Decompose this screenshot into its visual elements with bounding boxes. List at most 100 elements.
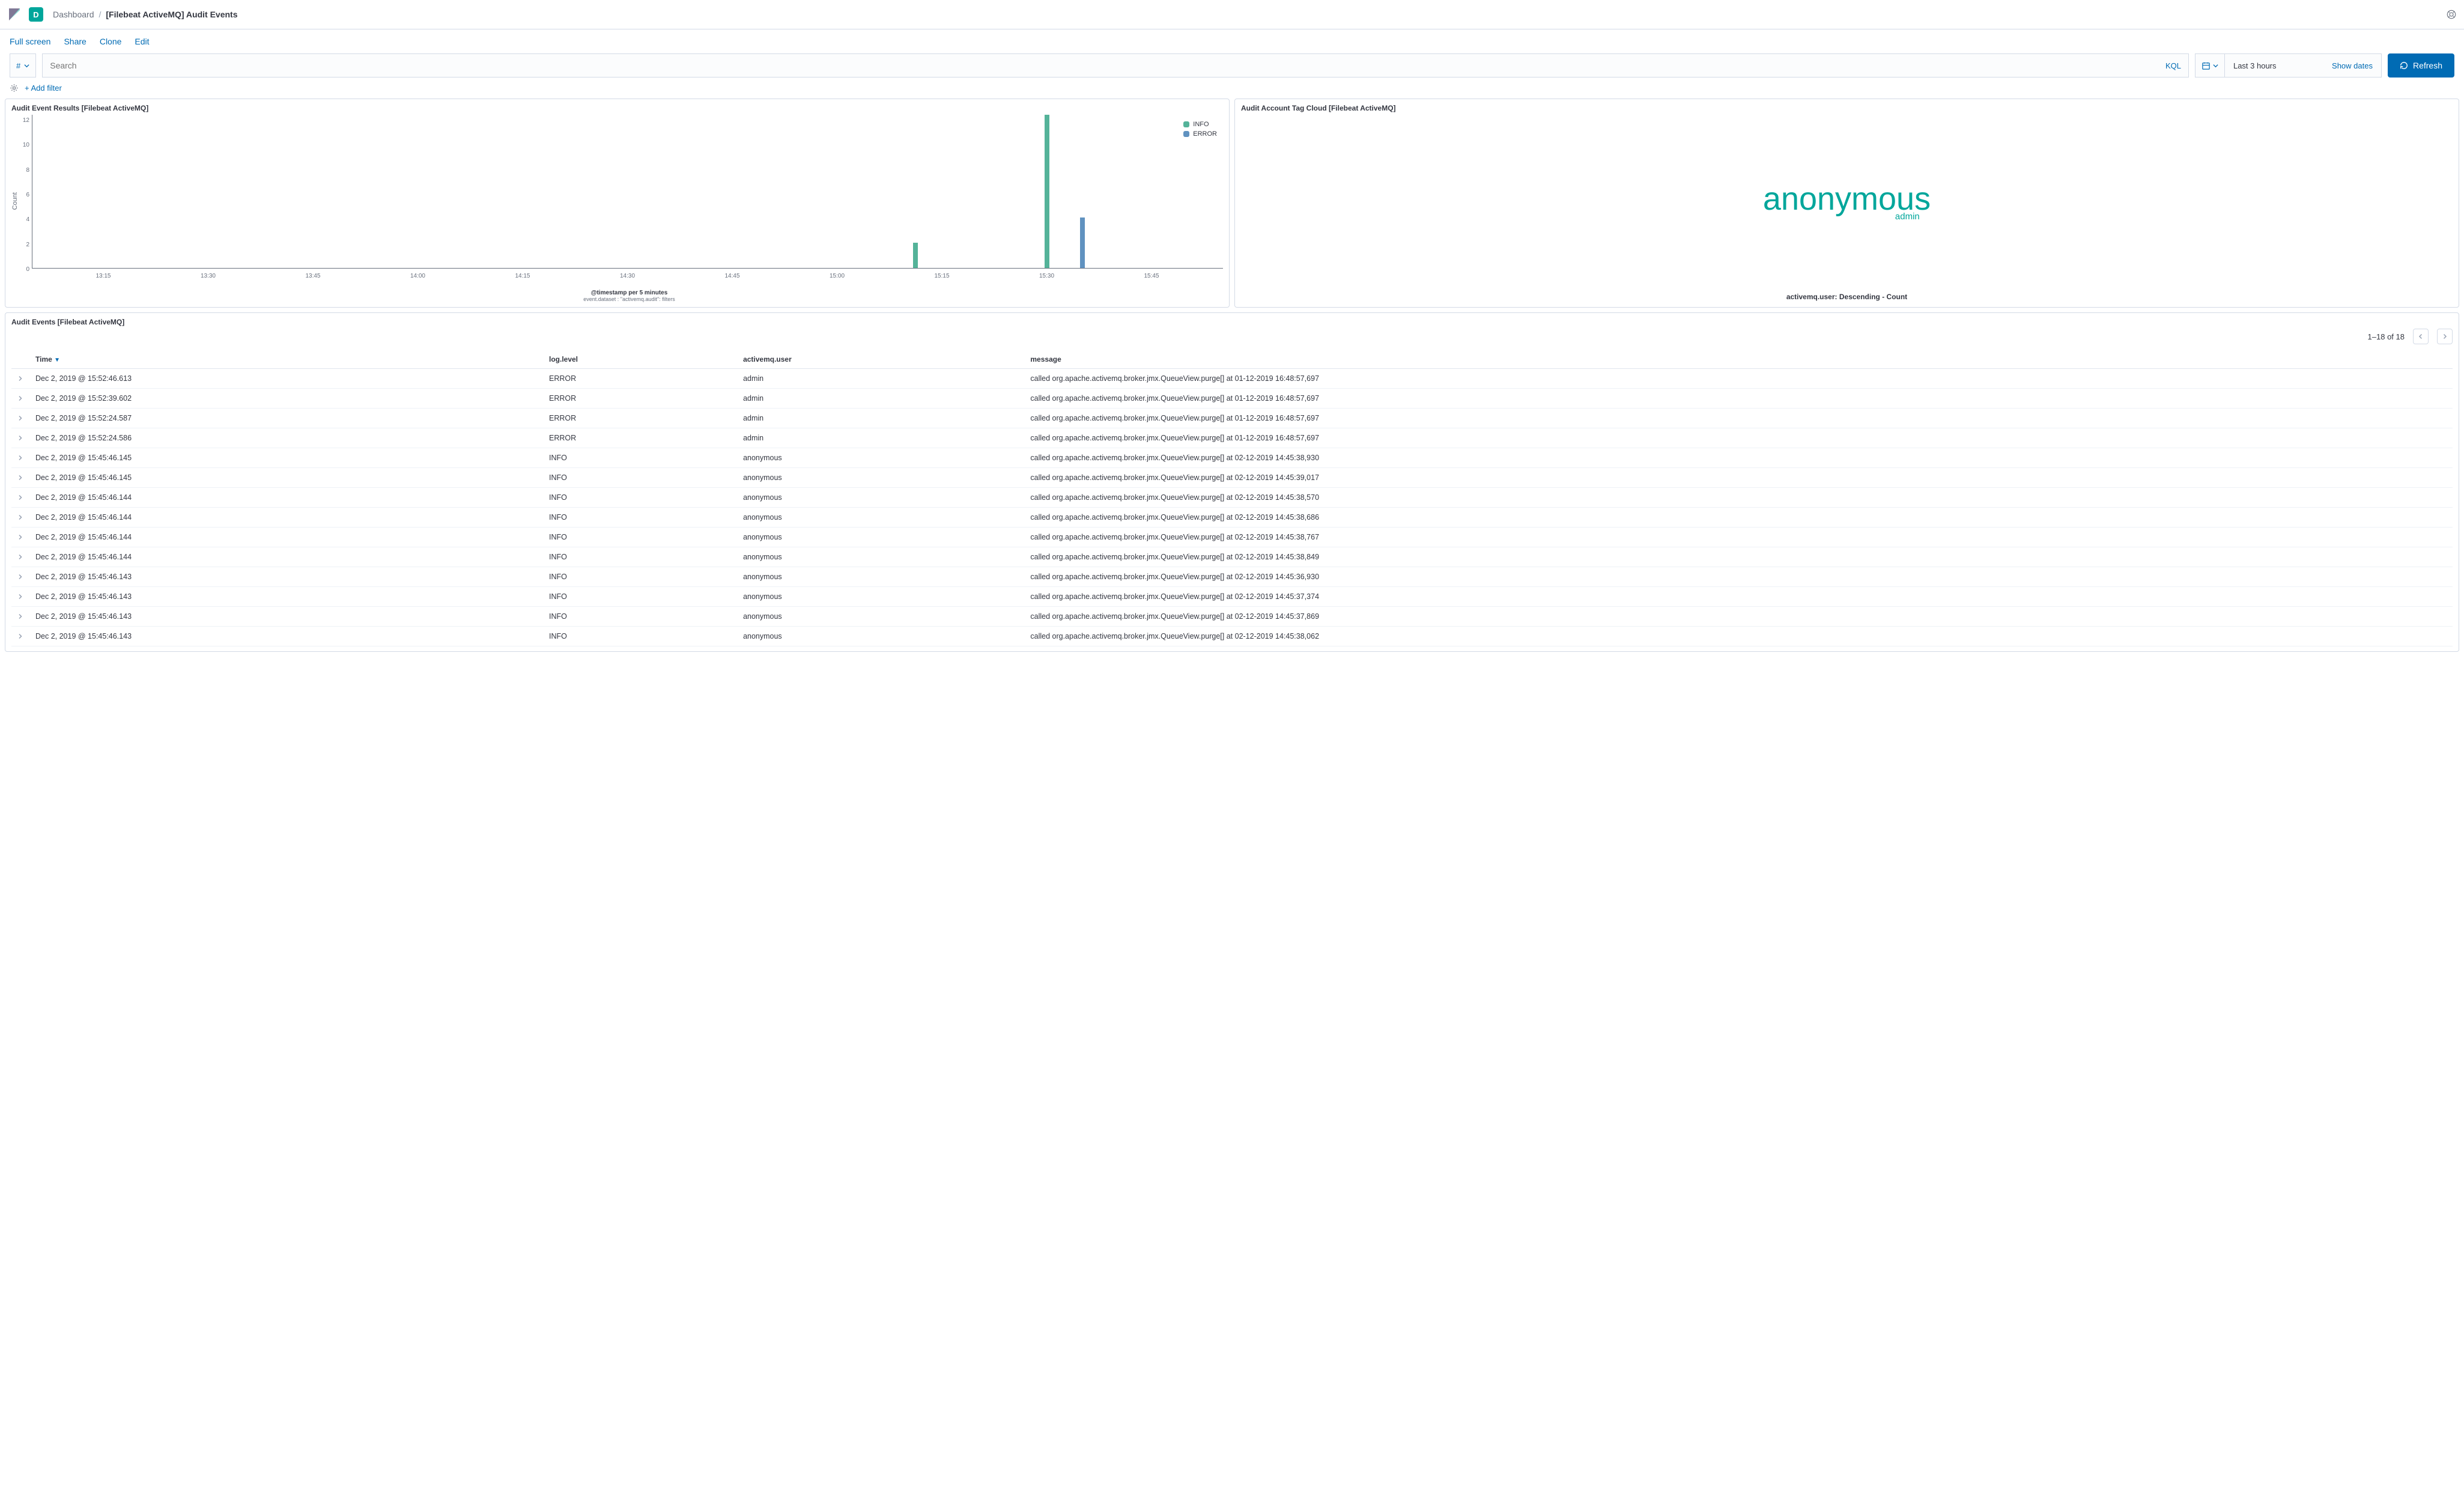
cell-message: called org.apache.activemq.broker.jmx.Qu… [1024,567,2453,587]
cell-level: INFO [543,547,737,567]
breadcrumb-root[interactable]: Dashboard [53,10,94,19]
edit-link[interactable]: Edit [135,37,149,46]
cell-level: INFO [543,508,737,528]
filter-index-button[interactable]: # [10,53,36,78]
cell-time: Dec 2, 2019 @ 15:52:24.586 [29,428,543,448]
col-level[interactable]: log.level [543,350,737,369]
cell-level: INFO [543,488,737,508]
cell-message: called org.apache.activemq.broker.jmx.Qu… [1024,409,2453,428]
expand-row-button[interactable] [11,607,29,627]
date-picker: Last 3 hours Show dates [2195,53,2382,78]
expand-row-button[interactable] [11,528,29,547]
col-user[interactable]: activemq.user [737,350,1024,369]
chart-bar-info[interactable] [1045,115,1049,269]
cell-level: INFO [543,528,737,547]
kql-toggle[interactable]: KQL [2165,61,2181,70]
expand-row-button[interactable] [11,428,29,448]
cell-message: called org.apache.activemq.broker.jmx.Qu… [1024,448,2453,468]
time-range[interactable]: Last 3 hours Show dates [2225,54,2381,77]
cell-time: Dec 2, 2019 @ 15:45:46.144 [29,528,543,547]
table-row: Dec 2, 2019 @ 15:52:24.586ERRORadmincall… [11,428,2453,448]
table-controls: 1–18 of 18 [11,329,2453,344]
cell-message: called org.apache.activemq.broker.jmx.Qu… [1024,369,2453,389]
app-badge[interactable]: D [29,7,43,22]
cell-time: Dec 2, 2019 @ 15:52:39.602 [29,389,543,409]
cell-time: Dec 2, 2019 @ 15:45:46.143 [29,607,543,627]
expand-row-button[interactable] [11,448,29,468]
table-row: Dec 2, 2019 @ 15:45:46.143INFOanonymousc… [11,607,2453,627]
cell-message: called org.apache.activemq.broker.jmx.Qu… [1024,389,2453,409]
col-message[interactable]: message [1024,350,2453,369]
kibana-logo-icon[interactable] [7,7,22,22]
cell-user: anonymous [737,627,1024,646]
chart-legend: INFO ERROR [1183,121,1217,140]
legend-item[interactable]: ERROR [1183,130,1217,138]
table-row: Dec 2, 2019 @ 15:45:46.144INFOanonymousc… [11,488,2453,508]
expand-row-button[interactable] [11,468,29,488]
cell-level: INFO [543,567,737,587]
expand-row-button[interactable] [11,369,29,389]
expand-row-button[interactable] [11,587,29,607]
x-tick: 15:00 [830,273,845,279]
cell-level: ERROR [543,409,737,428]
col-time[interactable]: Time ▼ [29,350,543,369]
cell-message: called org.apache.activemq.broker.jmx.Qu… [1024,547,2453,567]
calendar-button[interactable] [2195,54,2225,77]
lifebuoy-icon[interactable] [2446,9,2457,20]
cell-message: called org.apache.activemq.broker.jmx.Qu… [1024,428,2453,448]
expand-row-button[interactable] [11,627,29,646]
cell-user: anonymous [737,547,1024,567]
chart-plot[interactable]: 13:1513:3013:4514:0014:1514:3014:4515:00… [32,115,1223,283]
table-row: Dec 2, 2019 @ 15:45:46.143INFOanonymousc… [11,627,2453,646]
events-table: Time ▼ log.level activemq.user message D… [11,350,2453,646]
expand-row-button[interactable] [11,547,29,567]
sort-desc-icon: ▼ [54,357,60,363]
cell-user: anonymous [737,567,1024,587]
show-dates-link[interactable]: Show dates [2332,61,2373,70]
cell-time: Dec 2, 2019 @ 15:45:46.143 [29,567,543,587]
full-screen-link[interactable]: Full screen [10,37,50,46]
expand-row-button[interactable] [11,567,29,587]
y-axis-ticks: 121086420 [19,115,32,287]
breadcrumb-separator: / [99,10,102,19]
cell-time: Dec 2, 2019 @ 15:45:46.144 [29,508,543,528]
legend-swatch [1183,131,1189,137]
share-link[interactable]: Share [64,37,86,46]
chart-area: Count 121086420 13:1513:3013:4514:0014:1… [11,115,1223,287]
legend-item[interactable]: INFO [1183,121,1217,128]
cell-level: ERROR [543,389,737,409]
clone-link[interactable]: Clone [100,37,122,46]
search-input[interactable] [50,61,2161,70]
table-row: Dec 2, 2019 @ 15:45:46.144INFOanonymousc… [11,528,2453,547]
filter-bar: + Add filter [0,82,2464,99]
cell-user: anonymous [737,587,1024,607]
tag-cloud-footer: activemq.user: Descending - Count [1241,289,2453,302]
cell-time: Dec 2, 2019 @ 15:45:46.145 [29,448,543,468]
prev-page-button[interactable] [2413,329,2429,344]
x-tick: 13:45 [305,273,320,279]
refresh-icon [2400,61,2408,70]
x-tick: 15:30 [1039,273,1054,279]
cell-level: ERROR [543,369,737,389]
cell-user: anonymous [737,528,1024,547]
table-row: Dec 2, 2019 @ 15:52:24.587ERRORadmincall… [11,409,2453,428]
add-filter-link[interactable]: + Add filter [25,84,62,93]
x-axis-ticks: 13:1513:3013:4514:0014:1514:3014:4515:00… [32,270,1223,283]
table-row: Dec 2, 2019 @ 15:45:46.143INFOanonymousc… [11,587,2453,607]
x-tick: 15:45 [1144,273,1159,279]
cell-user: anonymous [737,607,1024,627]
col-expand [11,350,29,369]
calendar-icon [2202,61,2211,70]
cell-message: called org.apache.activemq.broker.jmx.Qu… [1024,607,2453,627]
tag-cloud-term-big[interactable]: anonymous [1763,183,1931,215]
expand-row-button[interactable] [11,488,29,508]
gear-icon[interactable] [10,84,19,93]
next-page-button[interactable] [2437,329,2453,344]
chart-bar-error[interactable] [1080,217,1085,269]
expand-row-button[interactable] [11,508,29,528]
expand-row-button[interactable] [11,389,29,409]
expand-row-button[interactable] [11,409,29,428]
refresh-button[interactable]: Refresh [2388,53,2454,78]
cell-user: admin [737,428,1024,448]
chart-bar-info[interactable] [913,243,918,269]
